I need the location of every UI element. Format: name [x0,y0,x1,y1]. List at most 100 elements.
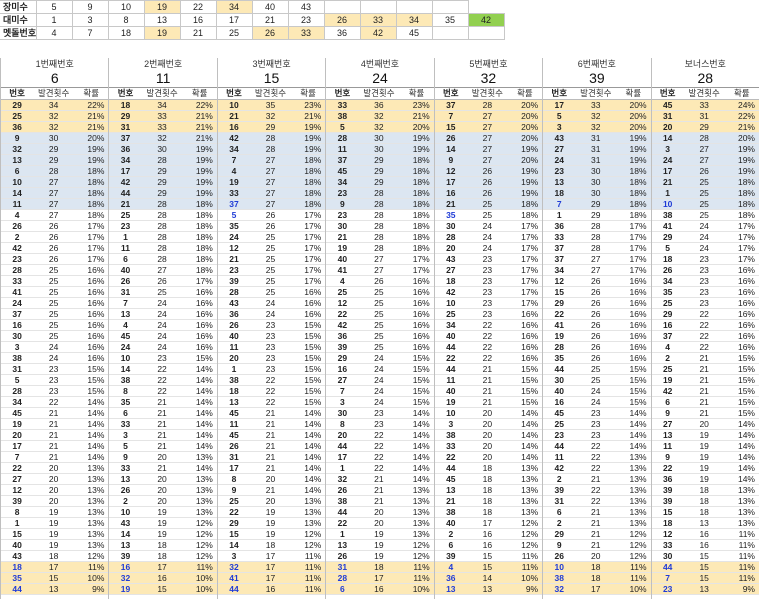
probability-cell[interactable]: 16% [616,319,651,331]
column-header[interactable]: 번호 [109,88,142,100]
number-cell[interactable]: 14 [109,363,142,375]
count-cell[interactable]: 33 [141,121,183,133]
column-header[interactable]: 발견횟수 [141,88,183,100]
number-cell[interactable]: 6 [109,407,142,419]
count-cell[interactable]: 25 [33,264,75,276]
number-cell[interactable]: 1 [217,363,251,375]
probability-cell[interactable]: 16% [724,308,759,320]
count-cell[interactable]: 15 [683,550,725,562]
count-cell[interactable]: 29 [575,209,617,221]
number-cell[interactable]: 10 [1,176,34,188]
number-cell[interactable]: 26 [109,484,142,496]
number-cell[interactable]: 29 [109,110,142,122]
probability-cell[interactable]: 20% [616,121,651,133]
probability-cell[interactable]: 12% [616,550,651,562]
number-cell[interactable]: 12 [326,297,359,309]
number-cell[interactable]: 4 [109,319,142,331]
probability-cell[interactable]: 18% [182,264,217,276]
probability-cell[interactable]: 16% [724,341,759,353]
count-cell[interactable]: 26 [33,242,75,254]
probability-cell[interactable]: 14% [74,440,109,452]
count-cell[interactable]: 21 [250,462,291,474]
count-cell[interactable]: 21 [250,429,291,441]
probability-cell[interactable]: 13% [724,495,759,507]
number-cell[interactable]: 37 [326,154,359,166]
probability-cell[interactable]: 17% [74,220,109,232]
probability-cell[interactable]: 14% [399,440,434,452]
number-cell[interactable]: 18 [109,99,142,111]
number-cell[interactable]: 12 [217,242,251,254]
probability-cell[interactable]: 15% [724,363,759,375]
count-cell[interactable]: 28 [141,209,183,221]
count-cell[interactable]: 28 [250,143,291,155]
probability-cell[interactable]: 18% [74,165,109,177]
probability-cell[interactable]: 21% [182,132,217,144]
number-cell[interactable]: 29 [217,517,251,529]
number-cell[interactable]: 26 [434,132,467,144]
number-cell[interactable]: 45 [326,165,359,177]
probability-cell[interactable]: 15% [616,396,651,408]
count-cell[interactable]: 25 [683,176,725,188]
number-cell[interactable]: 5 [1,374,34,386]
summary-cell[interactable]: 17 [215,13,253,27]
number-cell[interactable]: 13 [326,539,359,551]
probability-cell[interactable]: 16% [74,352,109,364]
probability-cell[interactable]: 18% [182,231,217,243]
number-cell[interactable]: 44 [326,440,359,452]
probability-cell[interactable]: 17% [507,253,543,265]
probability-cell[interactable]: 16% [182,308,217,320]
summary-cell[interactable]: 3 [71,13,109,27]
probability-cell[interactable]: 14% [290,484,326,496]
number-cell[interactable]: 22 [1,462,34,474]
count-cell[interactable]: 27 [575,264,617,276]
count-cell[interactable]: 31 [575,143,617,155]
number-cell[interactable]: 10 [543,561,576,573]
count-cell[interactable]: 19 [33,528,75,540]
count-cell[interactable]: 27 [358,253,400,265]
number-cell[interactable]: 33 [109,462,142,474]
probability-cell[interactable]: 15% [507,374,543,386]
number-cell[interactable]: 35 [109,396,142,408]
count-cell[interactable]: 23 [466,275,508,287]
count-cell[interactable]: 22 [683,330,725,342]
probability-cell[interactable]: 17% [507,286,543,298]
count-cell[interactable]: 24 [141,341,183,353]
number-cell[interactable]: 12 [434,165,467,177]
number-cell[interactable]: 40 [434,330,467,342]
number-cell[interactable]: 9 [543,539,576,551]
probability-cell[interactable]: 10% [74,572,109,584]
number-cell[interactable]: 23 [651,583,684,595]
count-cell[interactable]: 29 [33,143,75,155]
count-cell[interactable]: 25 [575,374,617,386]
count-cell[interactable]: 23 [575,429,617,441]
number-cell[interactable]: 15 [434,121,467,133]
count-cell[interactable]: 13 [33,583,75,595]
number-cell[interactable]: 19 [109,583,142,595]
probability-cell[interactable]: 12% [399,550,434,562]
summary-cell[interactable]: 35 [431,13,469,27]
probability-cell[interactable]: 19% [724,143,759,155]
number-cell[interactable]: 17 [1,440,34,452]
count-cell[interactable]: 23 [683,286,725,298]
number-cell[interactable]: 24 [109,341,142,353]
number-cell[interactable]: 38 [434,506,467,518]
count-cell[interactable]: 28 [141,198,183,210]
count-cell[interactable]: 23 [250,363,291,375]
probability-cell[interactable]: 20% [507,154,543,166]
count-cell[interactable]: 33 [575,99,617,111]
probability-cell[interactable]: 15% [290,330,326,342]
number-cell[interactable]: 11 [217,418,251,430]
count-cell[interactable]: 22 [683,308,725,320]
number-cell[interactable]: 23 [543,429,576,441]
number-cell[interactable]: 4 [651,341,684,353]
column-header[interactable]: 번호 [1,88,34,100]
count-cell[interactable]: 21 [33,451,75,463]
summary-cell[interactable]: 4 [35,26,73,40]
number-cell[interactable]: 35 [651,286,684,298]
probability-cell[interactable]: 21% [399,110,434,122]
count-cell[interactable]: 26 [33,231,75,243]
count-cell[interactable]: 29 [141,165,183,177]
number-cell[interactable]: 21 [434,495,467,507]
summary-cell[interactable]: 21 [251,13,289,27]
column-header[interactable]: 확률 [290,88,326,100]
